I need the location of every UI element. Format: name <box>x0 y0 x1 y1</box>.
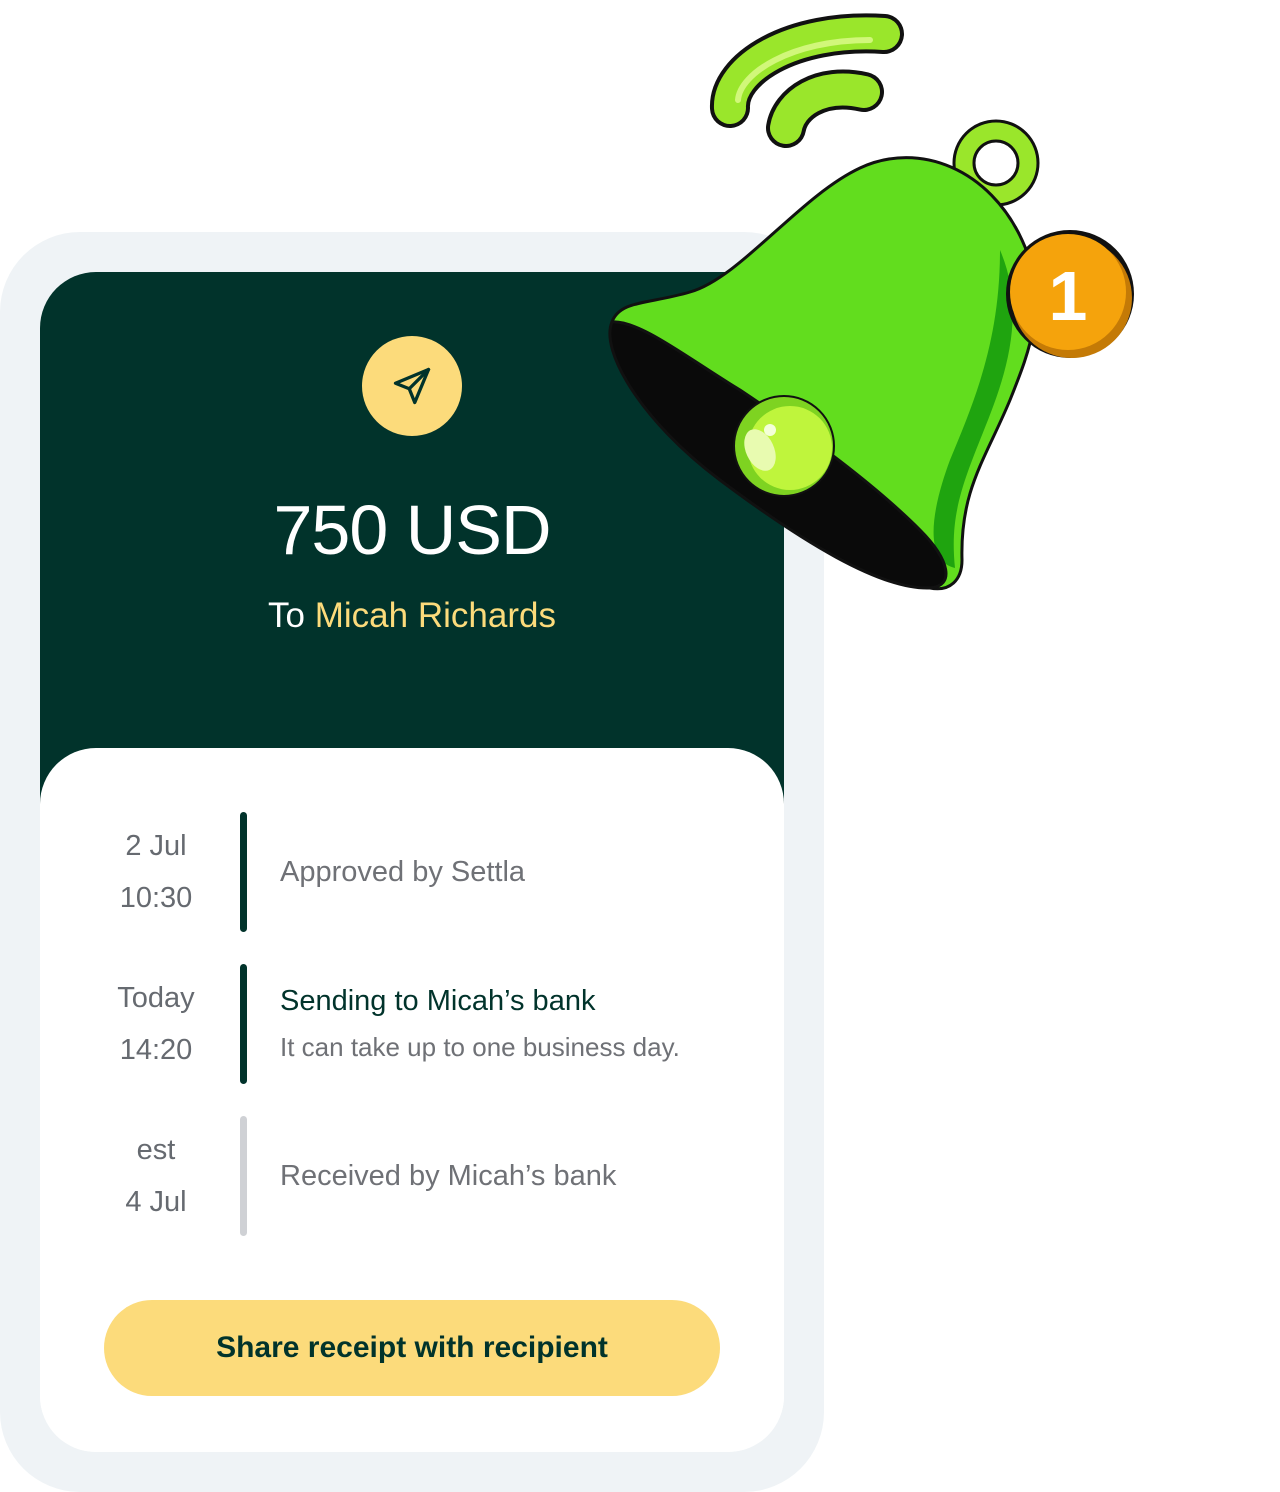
timeline-step-sending: Today 14:20 Sending to Micah’s bank It c… <box>40 964 784 1084</box>
step-time: 2 Jul 10:30 <box>84 812 228 932</box>
step-subtitle: It can take up to one business day. <box>280 1032 680 1062</box>
send-icon <box>393 367 431 405</box>
recipient-name: Micah Richards <box>314 596 556 635</box>
step-time-label: 10:30 <box>119 882 193 914</box>
step-time: est 4 Jul <box>84 1116 228 1236</box>
send-badge <box>362 336 462 436</box>
sound-wave-icon <box>710 13 904 148</box>
step-title: Approved by Settla <box>280 855 526 888</box>
step-date-label: Today <box>117 982 195 1014</box>
step-progress-bar <box>240 812 247 932</box>
to-label: To <box>268 596 306 635</box>
notification-count: 1 <box>1049 257 1088 335</box>
step-date-label: est <box>136 1134 176 1166</box>
step-title: Sending to Micah’s bank <box>280 985 596 1017</box>
bell-icon: 1 <box>608 13 1134 591</box>
timeline-step-received: est 4 Jul Received by Micah’s bank <box>40 1116 784 1236</box>
step-description: Received by Micah’s bank <box>280 1116 760 1236</box>
step-time-label: 14:20 <box>119 1034 193 1066</box>
notification-count-badge: 1 <box>1006 230 1134 358</box>
step-time-label: 4 Jul <box>125 1186 187 1218</box>
step-description: Approved by Settla <box>280 812 760 932</box>
step-date-label: 2 Jul <box>125 830 187 862</box>
step-progress-bar <box>240 1116 247 1236</box>
step-description: Sending to Micah’s bank It can take up t… <box>280 964 760 1084</box>
step-title: Received by Micah’s bank <box>280 1159 617 1192</box>
share-receipt-button[interactable]: Share receipt with recipient <box>104 1300 720 1396</box>
step-progress-bar <box>240 964 247 1084</box>
status-timeline: 2 Jul 10:30 Approved by Settla Today 14:… <box>40 748 784 1452</box>
step-time: Today 14:20 <box>84 964 228 1084</box>
timeline-step-approved: 2 Jul 10:30 Approved by Settla <box>40 812 784 932</box>
